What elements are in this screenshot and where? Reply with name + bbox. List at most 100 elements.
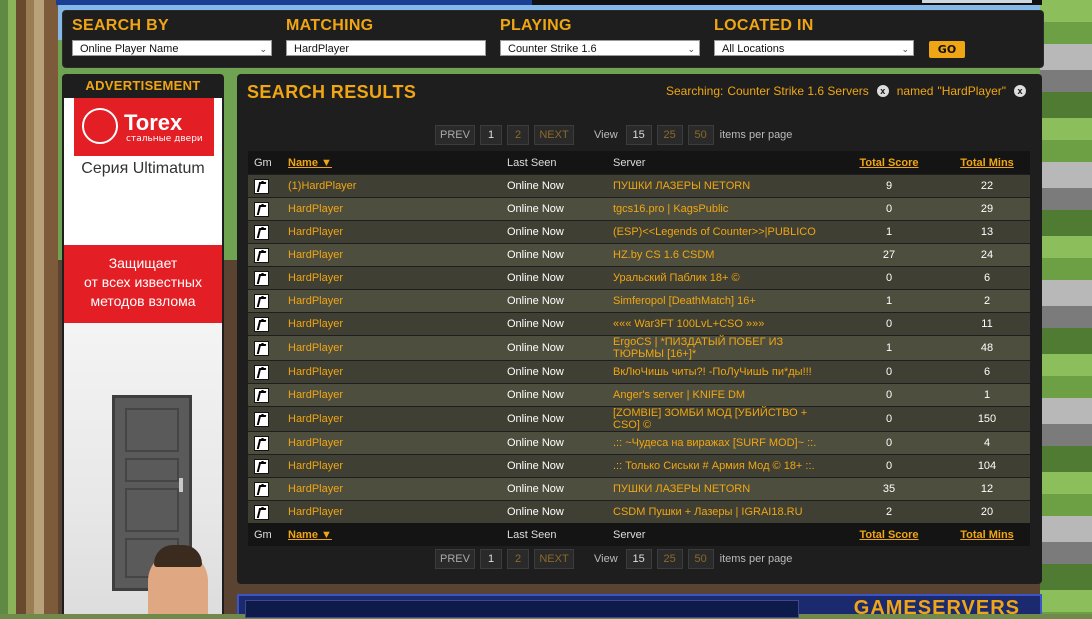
- server-link[interactable]: Anger's server | KNIFE DM: [613, 383, 834, 407]
- last-seen-cell: Online Now: [507, 266, 613, 290]
- col-total-mins[interactable]: Total Mins: [944, 151, 1030, 175]
- player-name-link[interactable]: HardPlayer: [288, 454, 507, 478]
- counter-strike-icon: [254, 293, 269, 309]
- search-by-select[interactable]: Online Player Name ⌄: [72, 40, 272, 56]
- page-2-button[interactable]: 2: [507, 125, 529, 145]
- server-link[interactable]: ВкЛюЧишь читы?! -ПоЛуЧишЬ пи*ды!!!: [613, 360, 834, 384]
- server-link[interactable]: ««« War3FT 100LvL+CSO »»»: [613, 312, 834, 336]
- total-mins-cell: 2: [944, 289, 1030, 313]
- table-row: (1)HardPlayer Online Now ПУШКИ ЛАЗЕРЫ NETO…: [248, 174, 1030, 198]
- player-name-link[interactable]: HardPlayer: [288, 406, 507, 432]
- player-name-link[interactable]: HardPlayer: [288, 431, 507, 455]
- col-total-mins[interactable]: Total Mins: [944, 523, 1030, 546]
- gameservers-logo: GAMESERVERS: [853, 597, 1020, 619]
- table-row: HardPlayer Online Now HZ.by CS 1.6 CSDM 27 2…: [248, 243, 1030, 267]
- player-name-link[interactable]: HardPlayer: [288, 266, 507, 290]
- counter-strike-icon: [254, 270, 269, 286]
- matching-label: MATCHING: [286, 17, 374, 34]
- counter-strike-icon: [254, 340, 269, 356]
- page-size-15[interactable]: 15: [625, 125, 652, 145]
- page-size-25[interactable]: 25: [656, 549, 683, 569]
- next-button[interactable]: NEXT: [534, 125, 574, 145]
- located-in-value: All Locations: [722, 43, 785, 55]
- search-by-label: SEARCH BY: [72, 17, 169, 34]
- playing-select[interactable]: Counter Strike 1.6 ⌄: [500, 40, 700, 56]
- player-name-link[interactable]: HardPlayer: [288, 335, 507, 361]
- total-score-cell: 0: [834, 312, 944, 336]
- counter-strike-icon: [254, 364, 269, 380]
- col-name[interactable]: Name ▼: [288, 151, 507, 175]
- server-link[interactable]: [ZOMBIE] ЗОМБИ МОД [УБИЙСТВО + CSO] ©: [613, 406, 834, 432]
- clear-name-icon[interactable]: x: [1014, 85, 1026, 97]
- page-size-15[interactable]: 15: [625, 549, 652, 569]
- search-bar: SEARCH BY Online Player Name ⌄ MATCHING …: [62, 10, 1044, 68]
- page-1-button[interactable]: 1: [480, 125, 502, 145]
- player-name-link[interactable]: HardPlayer: [288, 289, 507, 313]
- sort-name-link[interactable]: Name ▼: [288, 529, 332, 541]
- sort-mins-link[interactable]: Total Mins: [960, 529, 1014, 541]
- player-name-link[interactable]: HardPlayer: [288, 243, 507, 267]
- game-cell: [248, 220, 288, 244]
- advertisement-title: ADVERTISEMENT: [85, 78, 201, 93]
- ad-series: Серия Ultimatum: [81, 160, 205, 177]
- go-button[interactable]: GO: [929, 41, 965, 58]
- server-link[interactable]: .:: ~Чудеса на виражах [SURF MOD]~ ::.: [613, 431, 834, 455]
- server-link[interactable]: tgcs16.pro | KagsPublic: [613, 197, 834, 221]
- last-seen-cell: Online Now: [507, 243, 613, 267]
- total-score-cell: 27: [834, 243, 944, 267]
- server-link[interactable]: ПУШКИ ЛАЗЕРЫ NETORN: [613, 477, 834, 501]
- table-row: HardPlayer Online Now [ZOMBIE] ЗОМБИ МОД […: [248, 406, 1030, 432]
- located-in-select[interactable]: All Locations ⌄: [714, 40, 914, 56]
- game-cell: [248, 174, 288, 198]
- sort-name-link[interactable]: Name ▼: [288, 157, 332, 169]
- page-size-50[interactable]: 50: [687, 125, 714, 145]
- player-name-link[interactable]: HardPlayer: [288, 500, 507, 523]
- gameservers-banner[interactable]: GAMESERVERS: [237, 594, 1042, 618]
- next-button[interactable]: NEXT: [534, 549, 574, 569]
- col-server: Server: [613, 523, 834, 546]
- player-name-link[interactable]: HardPlayer: [288, 477, 507, 501]
- player-name-link[interactable]: HardPlayer: [288, 312, 507, 336]
- sort-mins-link[interactable]: Total Mins: [960, 157, 1014, 169]
- server-link[interactable]: HZ.by CS 1.6 CSDM: [613, 243, 834, 267]
- page-size-25[interactable]: 25: [656, 125, 683, 145]
- game-cell: [248, 335, 288, 361]
- table-row: HardPlayer Online Now.:: ~Чудеса на вираж…: [248, 431, 1030, 455]
- player-name-link[interactable]: (1)HardPlayer: [288, 174, 507, 198]
- page-size-50[interactable]: 50: [687, 549, 714, 569]
- page-1-button[interactable]: 1: [480, 549, 502, 569]
- player-name-link[interactable]: HardPlayer: [288, 360, 507, 384]
- last-seen-cell: Online Now: [507, 454, 613, 478]
- prev-button[interactable]: PREV: [435, 125, 475, 145]
- player-name-link[interactable]: HardPlayer: [288, 383, 507, 407]
- table-row: HardPlayer Online Now ««« War3FT 100LvL+CS…: [248, 312, 1030, 336]
- server-link[interactable]: Уральский Паблик 18+ ©: [613, 266, 834, 290]
- clear-game-icon[interactable]: x: [876, 85, 889, 97]
- col-total-score[interactable]: Total Score: [834, 151, 944, 175]
- player-name-link[interactable]: HardPlayer: [288, 220, 507, 244]
- prev-button[interactable]: PREV: [435, 549, 475, 569]
- last-seen-cell: Online Now: [507, 289, 613, 313]
- total-mins-cell: 24: [944, 243, 1030, 267]
- page-2-button[interactable]: 2: [507, 549, 529, 569]
- server-link[interactable]: ErgoCS | *ПИЗДАТЫЙ ПОБЕГ ИЗ ТЮРЬМЫ [16+]…: [613, 335, 834, 361]
- matching-input[interactable]: HardPlayer: [286, 40, 486, 56]
- searching-summary: Searching: Counter Strike 1.6 Servers x …: [666, 84, 1030, 98]
- sort-score-link[interactable]: Total Score: [859, 529, 918, 541]
- sort-score-link[interactable]: Total Score: [859, 157, 918, 169]
- total-score-cell: 1: [834, 220, 944, 244]
- server-link[interactable]: CSDM Пушки + Лазеры | IGRAI18.RU: [613, 500, 834, 523]
- game-cell: [248, 360, 288, 384]
- server-link[interactable]: ПУШКИ ЛАЗЕРЫ NETORN: [613, 174, 834, 198]
- server-link[interactable]: Simferopol [DeathMatch] 16+: [613, 289, 834, 313]
- server-link[interactable]: .:: Только Сиськи # Армия Мод © 18+ ::.: [613, 454, 834, 478]
- named-label: named: [896, 84, 934, 98]
- server-link[interactable]: (ESP)<<Legends of Counter>>|PUBLICO: [613, 220, 834, 244]
- total-score-cell: 0: [834, 454, 944, 478]
- col-total-score[interactable]: Total Score: [834, 523, 944, 546]
- advertisement-banner[interactable]: Torex стальные двери Серия Ultimatum Защ…: [64, 98, 222, 614]
- total-mins-cell: 6: [944, 266, 1030, 290]
- col-name[interactable]: Name ▼: [288, 523, 507, 546]
- last-seen-cell: Online Now: [507, 220, 613, 244]
- player-name-link[interactable]: HardPlayer: [288, 197, 507, 221]
